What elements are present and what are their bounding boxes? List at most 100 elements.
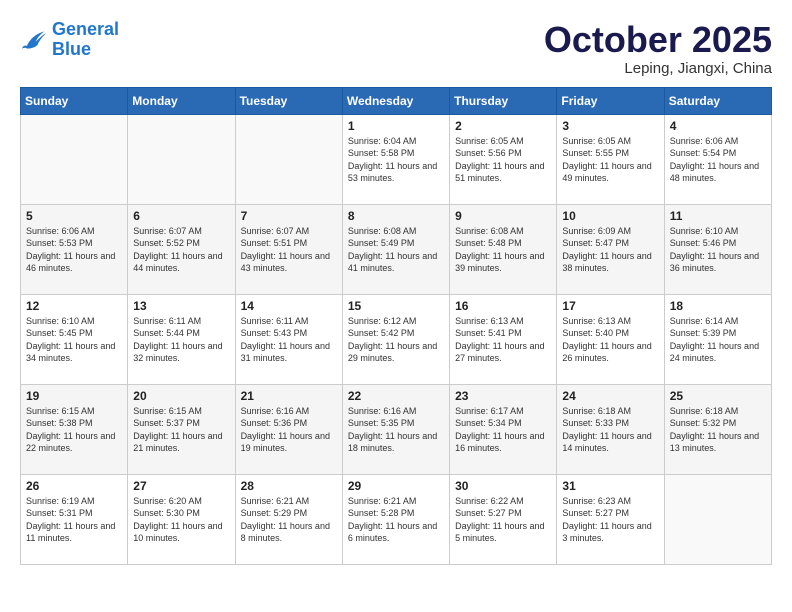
calendar-cell: 11 Sunrise: 6:10 AM Sunset: 5:46 PM Dayli… <box>664 204 771 294</box>
day-number: 12 <box>26 299 122 313</box>
calendar-cell: 26Sunrise: 6:19 AM Sunset: 5:31 PM Dayli… <box>21 474 128 564</box>
day-info: Sunrise: 6:13 AM Sunset: 5:41 PM Dayligh… <box>455 315 551 365</box>
day-number: 23 <box>455 389 551 403</box>
calendar-cell: 23Sunrise: 6:17 AM Sunset: 5:34 PM Dayli… <box>450 384 557 474</box>
calendar-cell: 16 Sunrise: 6:13 AM Sunset: 5:41 PM Dayli… <box>450 294 557 384</box>
calendar-cell: 8 Sunrise: 6:08 AM Sunset: 5:49 PM Daylig… <box>342 204 449 294</box>
day-info: Sunrise: 6:10 AM Sunset: 5:46 PM Dayligh… <box>670 225 766 275</box>
day-info: Sunrise: 6:08 AM Sunset: 5:49 PM Dayligh… <box>348 225 444 275</box>
day-info: Sunrise: 6:13 AM Sunset: 5:40 PM Dayligh… <box>562 315 658 365</box>
logo-line2: Blue <box>52 40 119 60</box>
weekday-header: Friday <box>557 87 664 114</box>
day-number: 1 <box>348 119 444 133</box>
weekday-header: Sunday <box>21 87 128 114</box>
day-number: 5 <box>26 209 122 223</box>
day-info: Sunrise: 6:21 AM Sunset: 5:28 PM Dayligh… <box>348 495 444 545</box>
day-number: 22 <box>348 389 444 403</box>
day-number: 20 <box>133 389 229 403</box>
calendar-cell: 28 Sunrise: 6:21 AM Sunset: 5:29 PM Dayli… <box>235 474 342 564</box>
calendar-cell: 22Sunrise: 6:16 AM Sunset: 5:35 PM Dayli… <box>342 384 449 474</box>
calendar-cell <box>235 114 342 204</box>
day-info: Sunrise: 6:07 AM Sunset: 5:51 PM Dayligh… <box>241 225 337 275</box>
day-number: 8 <box>348 209 444 223</box>
title-block: October 2025 Leping, Jiangxi, China <box>544 20 772 77</box>
day-number: 4 <box>670 119 766 133</box>
calendar-cell: 7 Sunrise: 6:07 AM Sunset: 5:51 PM Daylig… <box>235 204 342 294</box>
day-number: 18 <box>670 299 766 313</box>
weekday-header: Monday <box>128 87 235 114</box>
day-info: Sunrise: 6:05 AM Sunset: 5:56 PM Dayligh… <box>455 135 551 185</box>
logo-icon <box>20 28 48 52</box>
logo-text: General Blue <box>52 20 119 60</box>
day-number: 24 <box>562 389 658 403</box>
logo: General Blue <box>20 20 119 60</box>
day-info: Sunrise: 6:20 AM Sunset: 5:30 PM Dayligh… <box>133 495 229 545</box>
calendar-cell: 1Sunrise: 6:04 AM Sunset: 5:58 PM Daylig… <box>342 114 449 204</box>
day-number: 14 <box>241 299 337 313</box>
calendar-cell: 31Sunrise: 6:23 AM Sunset: 5:27 PM Dayli… <box>557 474 664 564</box>
day-number: 19 <box>26 389 122 403</box>
day-number: 27 <box>133 479 229 493</box>
weekday-header: Tuesday <box>235 87 342 114</box>
day-info: Sunrise: 6:11 AM Sunset: 5:44 PM Dayligh… <box>133 315 229 365</box>
calendar-body: 1Sunrise: 6:04 AM Sunset: 5:58 PM Daylig… <box>21 114 772 564</box>
calendar-cell: 17 Sunrise: 6:13 AM Sunset: 5:40 PM Dayli… <box>557 294 664 384</box>
calendar-cell: 18Sunrise: 6:14 AM Sunset: 5:39 PM Dayli… <box>664 294 771 384</box>
calendar-cell: 5 Sunrise: 6:06 AM Sunset: 5:53 PM Daylig… <box>21 204 128 294</box>
day-number: 29 <box>348 479 444 493</box>
calendar-cell <box>664 474 771 564</box>
day-info: Sunrise: 6:16 AM Sunset: 5:36 PM Dayligh… <box>241 405 337 455</box>
day-info: Sunrise: 6:08 AM Sunset: 5:48 PM Dayligh… <box>455 225 551 275</box>
calendar-week-row: 12 Sunrise: 6:10 AM Sunset: 5:45 PM Dayli… <box>21 294 772 384</box>
calendar-cell: 21 Sunrise: 6:16 AM Sunset: 5:36 PM Dayli… <box>235 384 342 474</box>
calendar-week-row: 1Sunrise: 6:04 AM Sunset: 5:58 PM Daylig… <box>21 114 772 204</box>
day-number: 13 <box>133 299 229 313</box>
weekday-header: Saturday <box>664 87 771 114</box>
day-number: 6 <box>133 209 229 223</box>
day-info: Sunrise: 6:21 AM Sunset: 5:29 PM Dayligh… <box>241 495 337 545</box>
day-info: Sunrise: 6:19 AM Sunset: 5:31 PM Dayligh… <box>26 495 122 545</box>
day-number: 11 <box>670 209 766 223</box>
calendar-cell: 6 Sunrise: 6:07 AM Sunset: 5:52 PM Daylig… <box>128 204 235 294</box>
calendar-table: SundayMondayTuesdayWednesdayThursdayFrid… <box>20 87 772 565</box>
day-info: Sunrise: 6:15 AM Sunset: 5:38 PM Dayligh… <box>26 405 122 455</box>
day-number: 9 <box>455 209 551 223</box>
calendar-cell <box>21 114 128 204</box>
day-info: Sunrise: 6:15 AM Sunset: 5:37 PM Dayligh… <box>133 405 229 455</box>
day-number: 7 <box>241 209 337 223</box>
day-info: Sunrise: 6:11 AM Sunset: 5:43 PM Dayligh… <box>241 315 337 365</box>
day-number: 2 <box>455 119 551 133</box>
day-number: 15 <box>348 299 444 313</box>
day-info: Sunrise: 6:12 AM Sunset: 5:42 PM Dayligh… <box>348 315 444 365</box>
location: Leping, Jiangxi, China <box>544 60 772 77</box>
calendar-cell: 9 Sunrise: 6:08 AM Sunset: 5:48 PM Daylig… <box>450 204 557 294</box>
calendar-week-row: 26Sunrise: 6:19 AM Sunset: 5:31 PM Dayli… <box>21 474 772 564</box>
logo-line1: General <box>52 19 119 39</box>
calendar-cell: 13 Sunrise: 6:11 AM Sunset: 5:44 PM Dayli… <box>128 294 235 384</box>
day-number: 16 <box>455 299 551 313</box>
day-number: 21 <box>241 389 337 403</box>
day-info: Sunrise: 6:07 AM Sunset: 5:52 PM Dayligh… <box>133 225 229 275</box>
day-info: Sunrise: 6:06 AM Sunset: 5:54 PM Dayligh… <box>670 135 766 185</box>
calendar-cell: 29 Sunrise: 6:21 AM Sunset: 5:28 PM Dayli… <box>342 474 449 564</box>
calendar-cell: 27 Sunrise: 6:20 AM Sunset: 5:30 PM Dayli… <box>128 474 235 564</box>
day-info: Sunrise: 6:09 AM Sunset: 5:47 PM Dayligh… <box>562 225 658 275</box>
calendar-cell: 12 Sunrise: 6:10 AM Sunset: 5:45 PM Dayli… <box>21 294 128 384</box>
calendar-week-row: 5 Sunrise: 6:06 AM Sunset: 5:53 PM Daylig… <box>21 204 772 294</box>
day-number: 28 <box>241 479 337 493</box>
calendar-week-row: 19 Sunrise: 6:15 AM Sunset: 5:38 PM Dayli… <box>21 384 772 474</box>
day-number: 17 <box>562 299 658 313</box>
day-info: Sunrise: 6:10 AM Sunset: 5:45 PM Dayligh… <box>26 315 122 365</box>
calendar-cell: 15 Sunrise: 6:12 AM Sunset: 5:42 PM Dayli… <box>342 294 449 384</box>
day-number: 3 <box>562 119 658 133</box>
calendar-cell: 14 Sunrise: 6:11 AM Sunset: 5:43 PM Dayli… <box>235 294 342 384</box>
weekday-header: Wednesday <box>342 87 449 114</box>
day-number: 10 <box>562 209 658 223</box>
day-info: Sunrise: 6:23 AM Sunset: 5:27 PM Dayligh… <box>562 495 658 545</box>
month-title: October 2025 <box>544 20 772 60</box>
calendar-cell: 30Sunrise: 6:22 AM Sunset: 5:27 PM Dayli… <box>450 474 557 564</box>
day-info: Sunrise: 6:06 AM Sunset: 5:53 PM Dayligh… <box>26 225 122 275</box>
calendar-cell: 4 Sunrise: 6:06 AM Sunset: 5:54 PM Daylig… <box>664 114 771 204</box>
day-info: Sunrise: 6:22 AM Sunset: 5:27 PM Dayligh… <box>455 495 551 545</box>
weekday-header: Thursday <box>450 87 557 114</box>
